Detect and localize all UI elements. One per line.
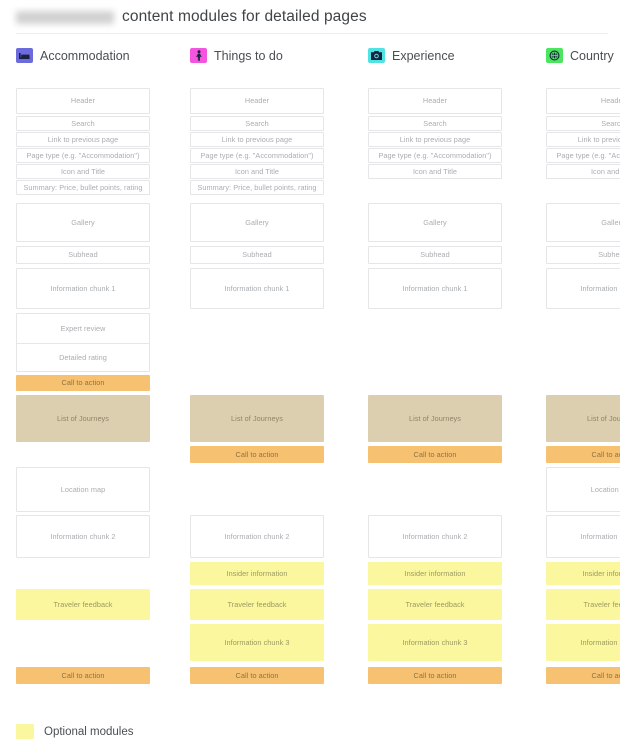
- module-box[interactable]: Subhead: [16, 246, 150, 264]
- globe-icon: [546, 48, 563, 63]
- column-header-things-to-do: Things to do: [190, 48, 283, 63]
- camera-icon: [368, 48, 385, 63]
- module-box[interactable]: Expert review: [16, 313, 150, 344]
- module-box[interactable]: Icon and Title: [546, 164, 620, 179]
- column-header-accommodation: Accommodation: [16, 48, 130, 63]
- module-box[interactable]: Call to action: [16, 667, 150, 684]
- module-box[interactable]: Search: [368, 116, 502, 131]
- module-box[interactable]: Gallery: [190, 203, 324, 242]
- module-box[interactable]: Header: [190, 88, 324, 114]
- module-box[interactable]: Location map: [546, 467, 620, 512]
- module-box[interactable]: Insider information: [368, 562, 502, 585]
- module-box[interactable]: Call to action: [190, 446, 324, 463]
- module-box[interactable]: Gallery: [368, 203, 502, 242]
- module-box[interactable]: Icon and Title: [368, 164, 502, 179]
- module-box[interactable]: Traveler feedback: [368, 589, 502, 620]
- legend: Optional modules: [16, 724, 134, 739]
- module-box[interactable]: Summary: Price, bullet points, rating: [190, 180, 324, 195]
- bed-icon: [16, 48, 33, 63]
- module-box[interactable]: Location map: [16, 467, 150, 512]
- module-box[interactable]: Information chunk 3: [368, 624, 502, 661]
- module-box[interactable]: List of Journeys: [16, 395, 150, 442]
- module-box[interactable]: Header: [368, 88, 502, 114]
- module-box[interactable]: Subhead: [368, 246, 502, 264]
- module-box[interactable]: Page type (e.g. "Accommodation"): [546, 148, 620, 163]
- module-box[interactable]: Link to previous page: [16, 132, 150, 147]
- module-box[interactable]: Call to action: [546, 446, 620, 463]
- column-header-experience: Experience: [368, 48, 455, 63]
- module-box[interactable]: Link to previous page: [368, 132, 502, 147]
- column-title-country: Country: [570, 48, 614, 63]
- module-box[interactable]: Information chunk 1: [16, 268, 150, 309]
- module-box[interactable]: Icon and Title: [16, 164, 150, 179]
- module-box[interactable]: Gallery: [546, 203, 620, 242]
- module-box[interactable]: Traveler feedback: [190, 589, 324, 620]
- module-box[interactable]: Insider information: [190, 562, 324, 585]
- module-box[interactable]: Call to action: [368, 667, 502, 684]
- module-box[interactable]: Page type (e.g. "Accommodation"): [190, 148, 324, 163]
- column-title-experience: Experience: [392, 48, 455, 63]
- module-box[interactable]: Information chunk 1: [546, 268, 620, 309]
- module-box[interactable]: List of Journeys: [368, 395, 502, 442]
- module-box[interactable]: Information chunk 3: [190, 624, 324, 661]
- module-box[interactable]: Information chunk 2: [546, 515, 620, 558]
- column-title-accommodation: Accommodation: [40, 48, 130, 63]
- column-header-country: Country: [546, 48, 614, 63]
- module-box[interactable]: List of Journeys: [546, 395, 620, 442]
- module-box[interactable]: Summary: Price, bullet points, rating: [16, 180, 150, 195]
- module-box[interactable]: Search: [190, 116, 324, 131]
- module-box[interactable]: Call to action: [368, 446, 502, 463]
- module-box[interactable]: Call to action: [546, 667, 620, 684]
- module-box[interactable]: Link to previous page: [190, 132, 324, 147]
- module-box[interactable]: Search: [16, 116, 150, 131]
- module-box[interactable]: Page type (e.g. "Accommodation"): [16, 148, 150, 163]
- module-box[interactable]: Information chunk 3: [546, 624, 620, 661]
- module-box[interactable]: Gallery: [16, 203, 150, 242]
- module-box[interactable]: Traveler feedback: [546, 589, 620, 620]
- module-box[interactable]: Call to action: [16, 375, 150, 391]
- module-box[interactable]: Subhead: [546, 246, 620, 264]
- module-board: Accommodation Header Search Link to previou…: [0, 0, 620, 755]
- module-box[interactable]: List of Journeys: [190, 395, 324, 442]
- module-box[interactable]: Header: [16, 88, 150, 114]
- module-box[interactable]: Information chunk 1: [190, 268, 324, 309]
- module-box[interactable]: Detailed rating: [16, 343, 150, 372]
- module-box[interactable]: Information chunk 2: [16, 515, 150, 558]
- module-box[interactable]: Search: [546, 116, 620, 131]
- module-box[interactable]: Information chunk 1: [368, 268, 502, 309]
- module-box[interactable]: Subhead: [190, 246, 324, 264]
- module-box[interactable]: Information chunk 2: [190, 515, 324, 558]
- module-box[interactable]: Icon and Title: [190, 164, 324, 179]
- module-box[interactable]: Page type (e.g. "Accommodation"): [368, 148, 502, 163]
- legend-swatch-optional: [16, 724, 34, 739]
- module-box[interactable]: Information chunk 2: [368, 515, 502, 558]
- person-icon: [190, 48, 207, 63]
- module-box[interactable]: Link to previous page: [546, 132, 620, 147]
- module-box[interactable]: Traveler feedback: [16, 589, 150, 620]
- legend-label-optional: Optional modules: [44, 725, 134, 738]
- module-box[interactable]: Insider information: [546, 562, 620, 585]
- module-box[interactable]: Header: [546, 88, 620, 114]
- column-title-things-to-do: Things to do: [214, 48, 283, 63]
- module-box[interactable]: Call to action: [190, 667, 324, 684]
